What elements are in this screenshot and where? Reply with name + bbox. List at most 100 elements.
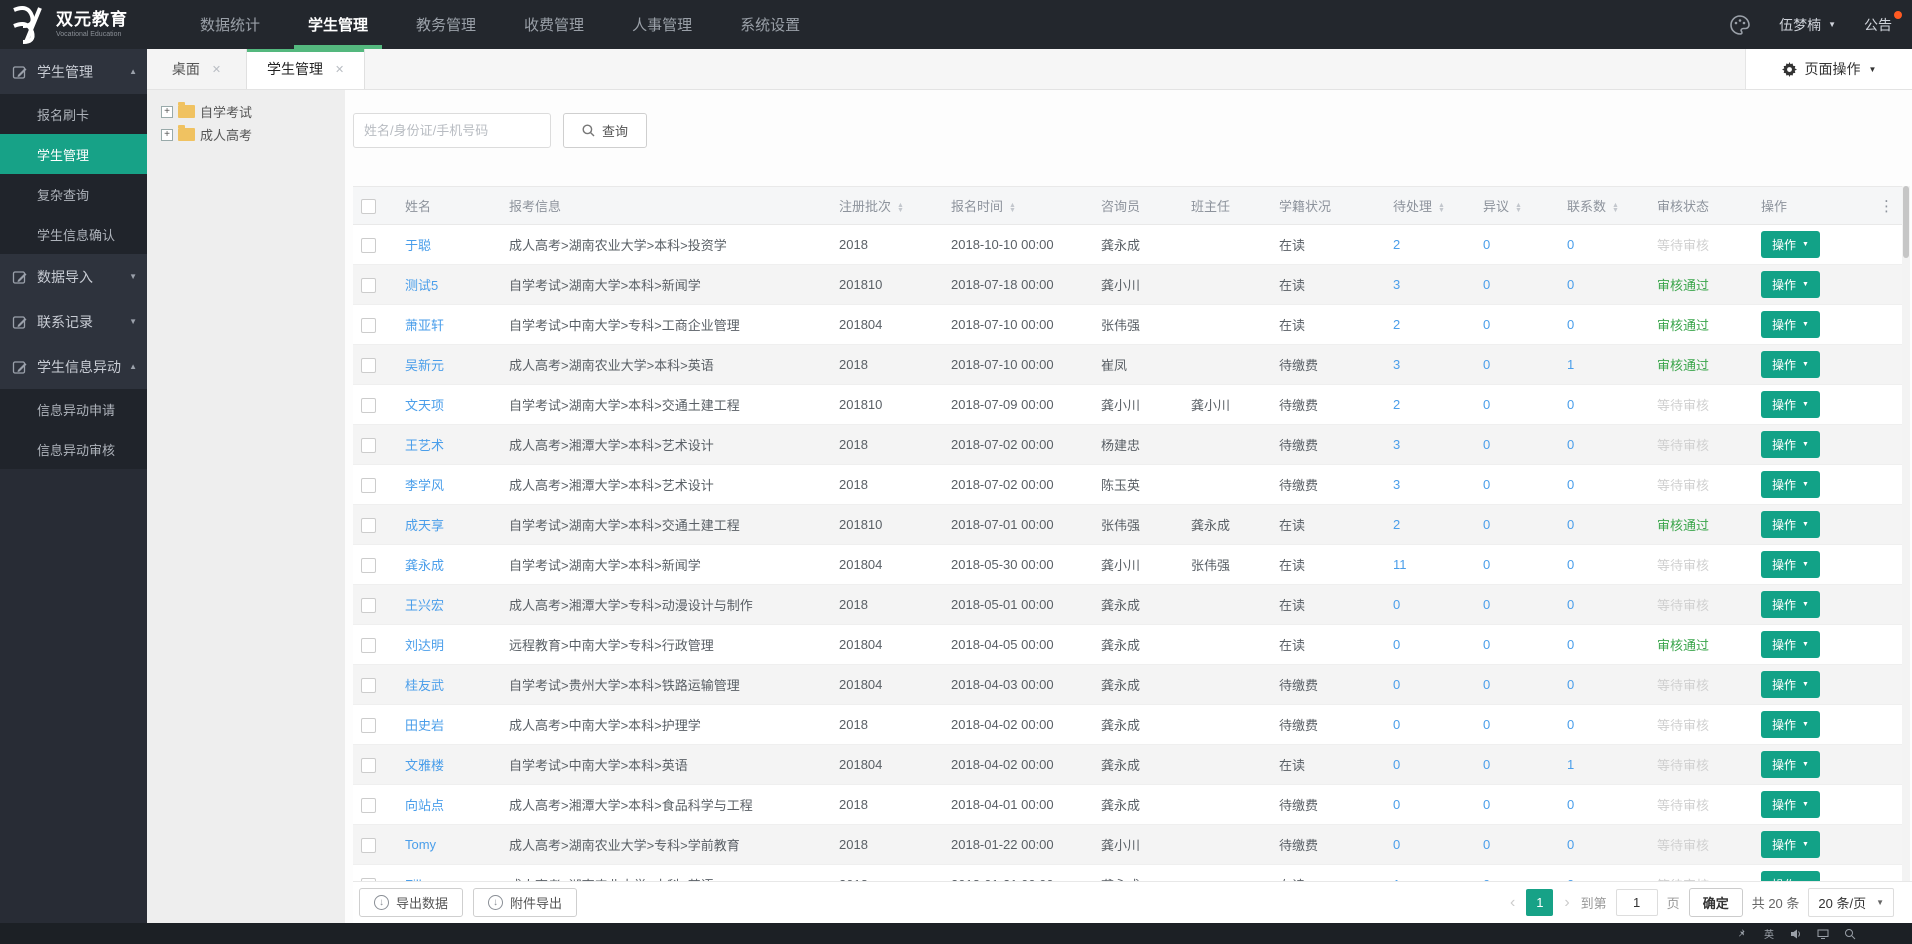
confirm-page-button[interactable]: 确定: [1689, 888, 1743, 917]
nav-item-人事管理[interactable]: 人事管理: [608, 0, 716, 49]
count-link[interactable]: 2: [1393, 517, 1400, 532]
page-operations-button[interactable]: 页面操作 ▼: [1745, 49, 1912, 89]
row-checkbox[interactable]: [361, 278, 376, 293]
row-checkbox[interactable]: [361, 398, 376, 413]
count-link[interactable]: 0: [1483, 237, 1490, 252]
tray-search-icon[interactable]: [1843, 927, 1857, 941]
sort-icon[interactable]: ▲▼: [1009, 203, 1016, 213]
row-checkbox[interactable]: [361, 358, 376, 373]
tree-node-自学考试[interactable]: +自学考试: [161, 102, 345, 121]
column-header-联系数[interactable]: 联系数▲▼: [1559, 187, 1649, 225]
count-link[interactable]: 0: [1567, 797, 1574, 812]
search-button[interactable]: 查询: [563, 113, 647, 148]
count-link[interactable]: 0: [1393, 757, 1400, 772]
count-link[interactable]: 0: [1483, 797, 1490, 812]
close-icon[interactable]: ✕: [212, 63, 221, 76]
student-name-link[interactable]: 向站点: [405, 798, 444, 813]
row-action-button[interactable]: 操作▼: [1761, 671, 1820, 698]
student-name-link[interactable]: 刘达明: [405, 638, 444, 653]
row-action-button[interactable]: 操作▼: [1761, 391, 1820, 418]
sidebar-item-学生信息确认[interactable]: 学生信息确认: [0, 214, 147, 254]
student-name-link[interactable]: 田史岩: [405, 718, 444, 733]
count-link[interactable]: 2: [1393, 237, 1400, 252]
count-link[interactable]: 0: [1567, 517, 1574, 532]
count-link[interactable]: 1: [1567, 357, 1574, 372]
student-name-link[interactable]: 文天项: [405, 398, 444, 413]
row-action-button[interactable]: 操作▼: [1761, 791, 1820, 818]
row-action-button[interactable]: 操作▼: [1761, 871, 1820, 881]
tree-node-成人高考[interactable]: +成人高考: [161, 125, 345, 144]
sidebar-group-学生管理[interactable]: 学生管理▲: [0, 49, 147, 94]
sidebar-item-信息异动审核[interactable]: 信息异动审核: [0, 429, 147, 469]
tab-学生管理[interactable]: 学生管理✕: [247, 49, 365, 89]
count-link[interactable]: 0: [1567, 557, 1574, 572]
student-name-link[interactable]: 龚永成: [405, 558, 444, 573]
count-link[interactable]: 0: [1483, 757, 1490, 772]
student-name-link[interactable]: 王艺术: [405, 438, 444, 453]
count-link[interactable]: 0: [1483, 397, 1490, 412]
sort-icon[interactable]: ▲▼: [1438, 203, 1445, 213]
row-action-button[interactable]: 操作▼: [1761, 311, 1820, 338]
count-link[interactable]: 0: [1393, 677, 1400, 692]
tray-display-icon[interactable]: [1816, 927, 1830, 941]
scrollbar-thumb[interactable]: [1903, 186, 1909, 258]
count-link[interactable]: 0: [1483, 677, 1490, 692]
count-link[interactable]: 0: [1567, 237, 1574, 252]
count-link[interactable]: 0: [1567, 317, 1574, 332]
sidebar-item-复杂查询[interactable]: 复杂查询: [0, 174, 147, 214]
count-link[interactable]: 0: [1567, 677, 1574, 692]
count-link[interactable]: 0: [1483, 597, 1490, 612]
sort-icon[interactable]: ▲▼: [1515, 203, 1522, 213]
sort-icon[interactable]: ▲▼: [897, 203, 904, 213]
sidebar-item-报名刷卡[interactable]: 报名刷卡: [0, 94, 147, 134]
row-checkbox[interactable]: [361, 638, 376, 653]
row-checkbox[interactable]: [361, 598, 376, 613]
announcement-link[interactable]: 公告: [1864, 15, 1898, 35]
row-action-button[interactable]: 操作▼: [1761, 711, 1820, 738]
student-name-link[interactable]: 李学风: [405, 478, 444, 493]
count-link[interactable]: 0: [1483, 717, 1490, 732]
student-name-link[interactable]: 成天享: [405, 518, 444, 533]
row-action-button[interactable]: 操作▼: [1761, 271, 1820, 298]
row-checkbox[interactable]: [361, 238, 376, 253]
row-action-button[interactable]: 操作▼: [1761, 751, 1820, 778]
export-data-button[interactable]: ↓ 导出数据: [359, 888, 463, 917]
row-action-button[interactable]: 操作▼: [1761, 551, 1820, 578]
row-checkbox[interactable]: [361, 318, 376, 333]
row-action-button[interactable]: 操作▼: [1761, 231, 1820, 258]
count-link[interactable]: 0: [1567, 397, 1574, 412]
row-action-button[interactable]: 操作▼: [1761, 511, 1820, 538]
row-checkbox[interactable]: [361, 718, 376, 733]
count-link[interactable]: 0: [1567, 597, 1574, 612]
column-header-待处理[interactable]: 待处理▲▼: [1385, 187, 1475, 225]
row-checkbox[interactable]: [361, 758, 376, 773]
row-checkbox[interactable]: [361, 798, 376, 813]
palette-icon[interactable]: [1729, 14, 1751, 36]
count-link[interactable]: 0: [1567, 277, 1574, 292]
row-checkbox[interactable]: [361, 478, 376, 493]
count-link[interactable]: 0: [1483, 277, 1490, 292]
count-link[interactable]: 1: [1567, 757, 1574, 772]
search-input[interactable]: [353, 113, 551, 148]
count-link[interactable]: 0: [1483, 837, 1490, 852]
tray-pin-icon[interactable]: [1735, 927, 1749, 941]
student-name-link[interactable]: Tomy: [405, 837, 436, 852]
count-link[interactable]: 0: [1393, 837, 1400, 852]
row-checkbox[interactable]: [361, 558, 376, 573]
tray-ime-icon[interactable]: 英: [1762, 927, 1776, 941]
row-action-button[interactable]: 操作▼: [1761, 591, 1820, 618]
nav-item-学生管理[interactable]: 学生管理: [284, 0, 392, 49]
column-header-报名时间[interactable]: 报名时间▲▼: [943, 187, 1093, 225]
count-link[interactable]: 0: [1393, 797, 1400, 812]
count-link[interactable]: 0: [1483, 557, 1490, 572]
count-link[interactable]: 3: [1393, 477, 1400, 492]
count-link[interactable]: 2: [1393, 317, 1400, 332]
nav-item-数据统计[interactable]: 数据统计: [176, 0, 284, 49]
page-size-select[interactable]: 20 条/页 ▼: [1808, 888, 1894, 917]
sort-icon[interactable]: ▲▼: [1612, 203, 1619, 213]
count-link[interactable]: 0: [1567, 837, 1574, 852]
expand-icon[interactable]: +: [161, 129, 173, 141]
column-header-menu[interactable]: ⋮: [1847, 187, 1902, 225]
student-name-link[interactable]: 文雅楼: [405, 758, 444, 773]
row-checkbox[interactable]: [361, 678, 376, 693]
